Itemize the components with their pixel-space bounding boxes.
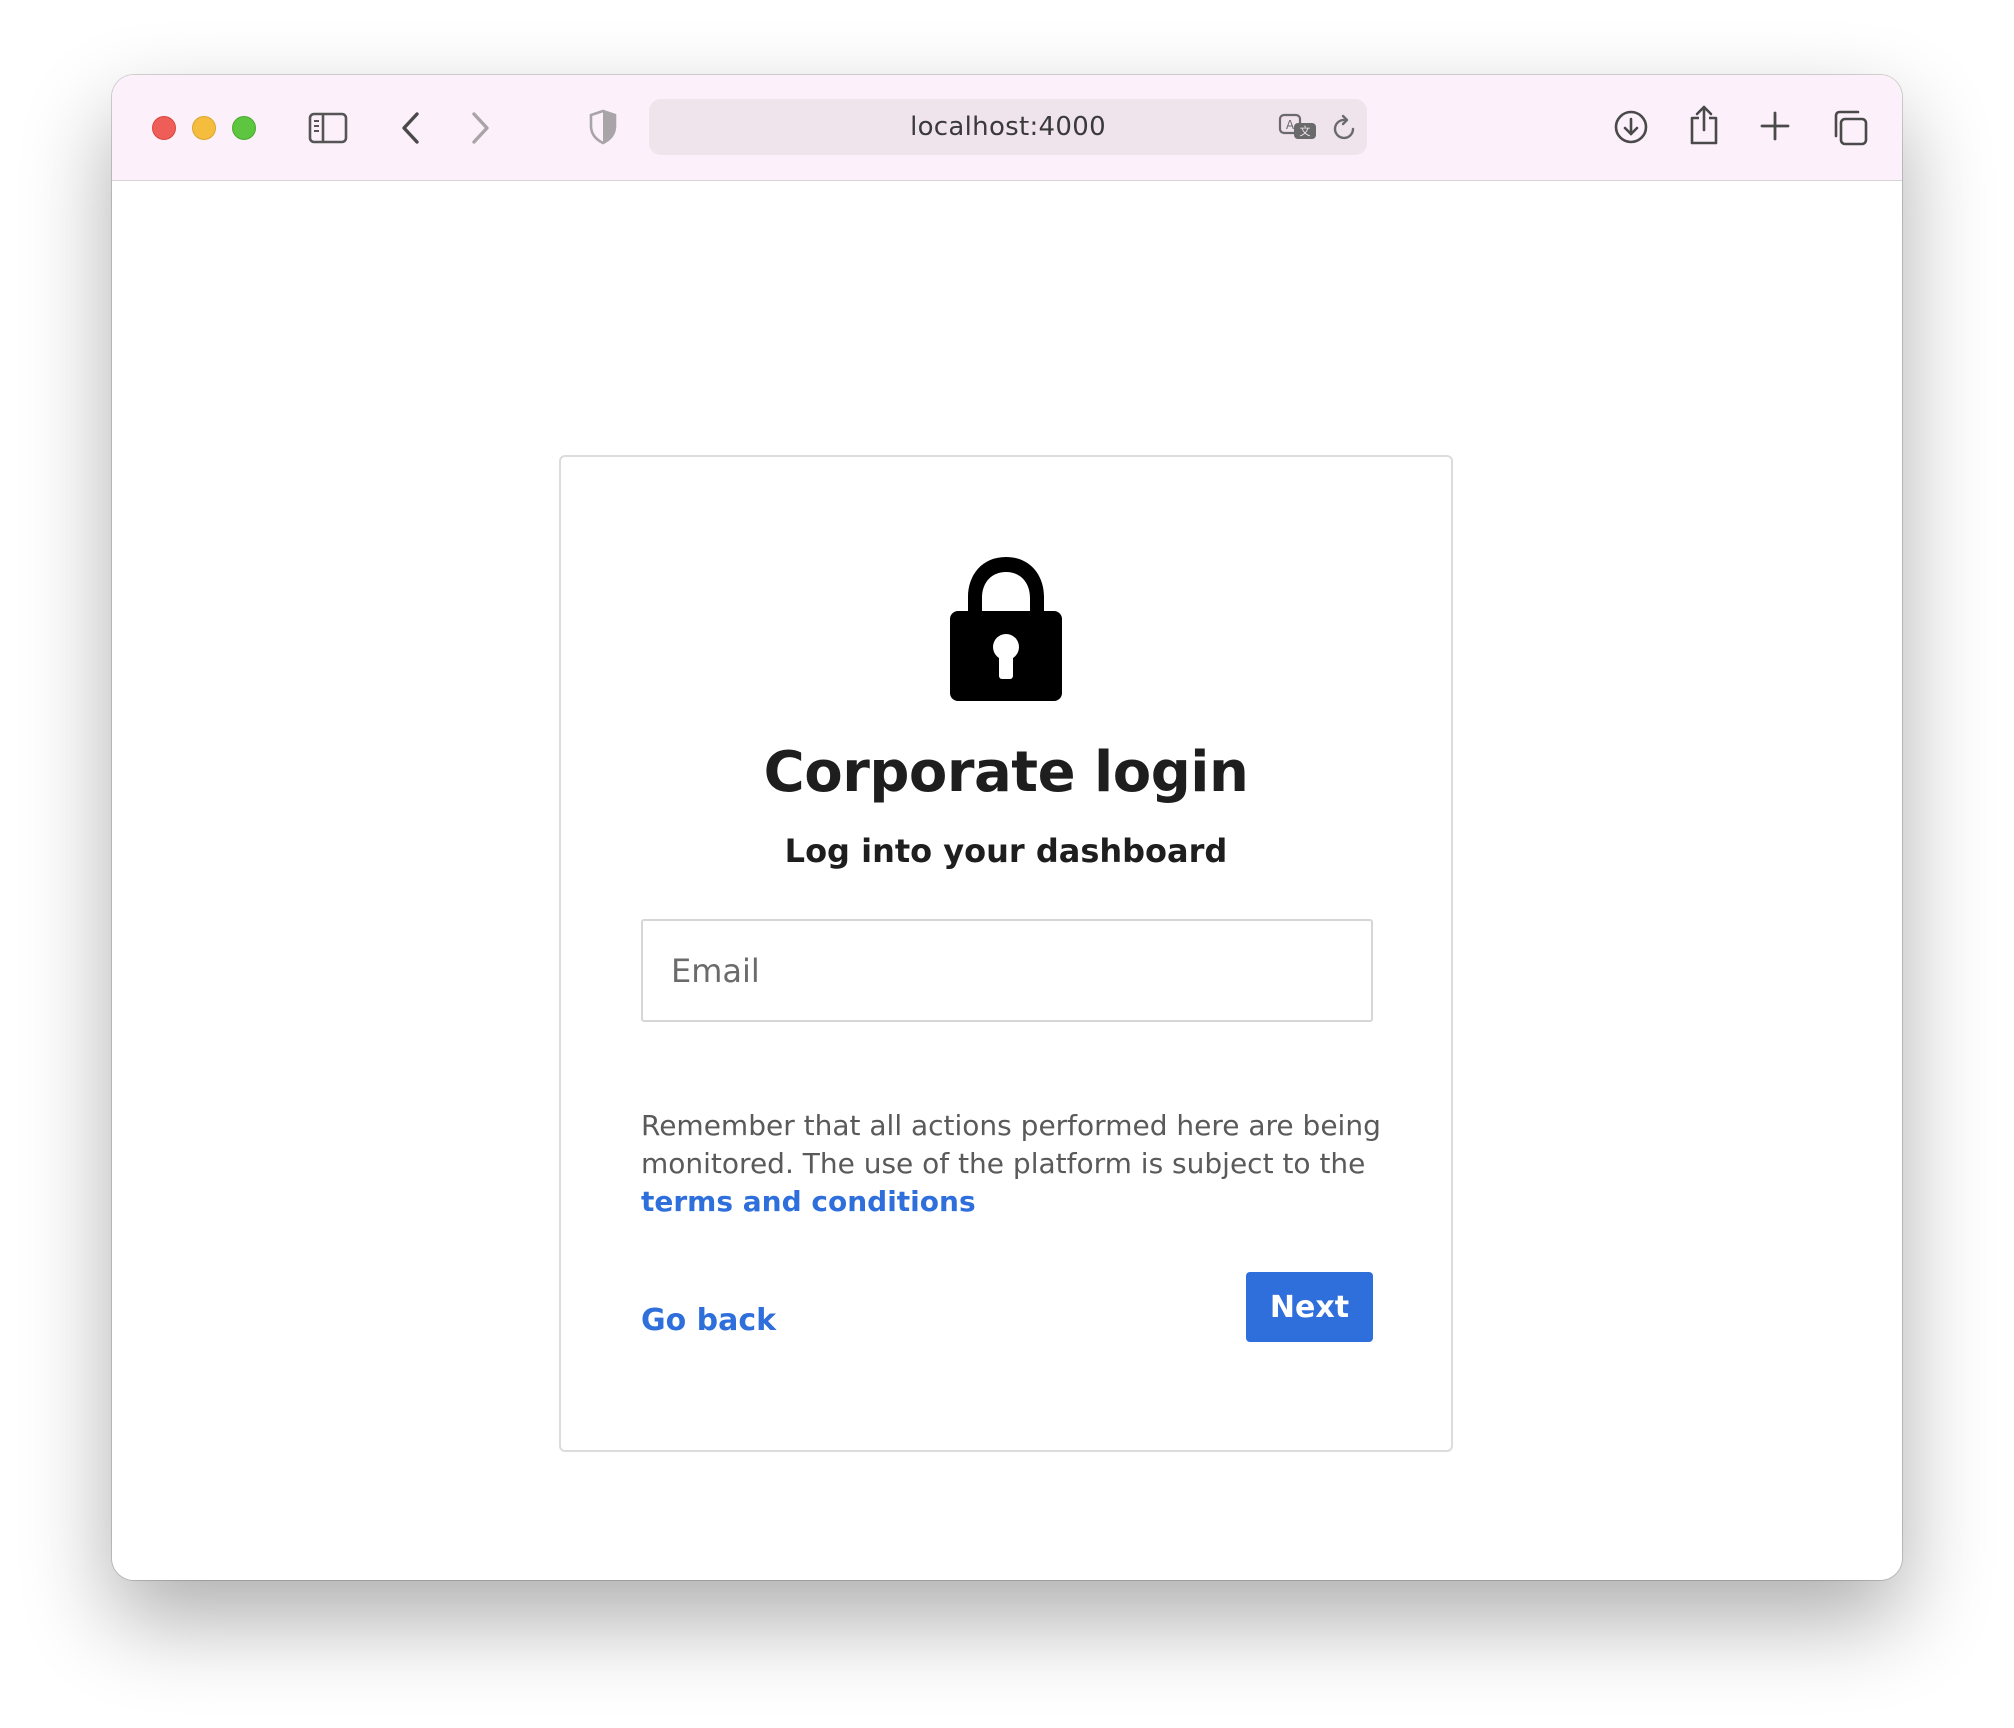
- browser-toolbar: localhost:4000 A 文: [112, 75, 1902, 181]
- address-bar[interactable]: localhost:4000 A 文: [649, 99, 1367, 155]
- share-icon[interactable]: [1686, 103, 1722, 147]
- sidebar-icon[interactable]: [308, 111, 348, 145]
- screen: localhost:4000 A 文 Corporate login Log i…: [0, 0, 2014, 1728]
- page-title: Corporate login: [763, 740, 1249, 805]
- svg-text:文: 文: [1300, 124, 1311, 138]
- email-field[interactable]: [641, 919, 1373, 1022]
- login-card: Corporate login Log into your dashboard …: [559, 455, 1453, 1452]
- url-text: localhost:4000: [910, 112, 1106, 142]
- shield-icon[interactable]: [586, 107, 620, 147]
- next-button[interactable]: Next: [1246, 1272, 1373, 1342]
- chevron-right-icon[interactable]: [465, 109, 495, 147]
- notice-text: Remember that all actions performed here…: [641, 1109, 1381, 1180]
- chevron-left-icon[interactable]: [396, 109, 426, 147]
- translate-icon[interactable]: A 文: [1278, 112, 1318, 144]
- reload-icon[interactable]: [1330, 113, 1360, 143]
- download-icon[interactable]: [1612, 108, 1650, 146]
- page-content: Corporate login Log into your dashboard …: [112, 181, 1902, 1580]
- browser-window: localhost:4000 A 文 Corporate login Log i…: [112, 75, 1902, 1580]
- plus-icon[interactable]: [1758, 109, 1792, 143]
- terms-and-conditions-link[interactable]: terms and conditions: [641, 1185, 976, 1218]
- minimize-window-button[interactable]: [192, 116, 216, 140]
- svg-text:A: A: [1286, 118, 1295, 132]
- lock-icon: [950, 557, 1062, 701]
- monitoring-notice: Remember that all actions performed here…: [641, 1107, 1381, 1221]
- page-subtitle: Log into your dashboard: [784, 832, 1228, 870]
- tabs-overview-icon[interactable]: [1830, 108, 1870, 148]
- go-back-link[interactable]: Go back: [641, 1303, 776, 1338]
- zoom-window-button[interactable]: [232, 116, 256, 140]
- close-window-button[interactable]: [152, 116, 176, 140]
